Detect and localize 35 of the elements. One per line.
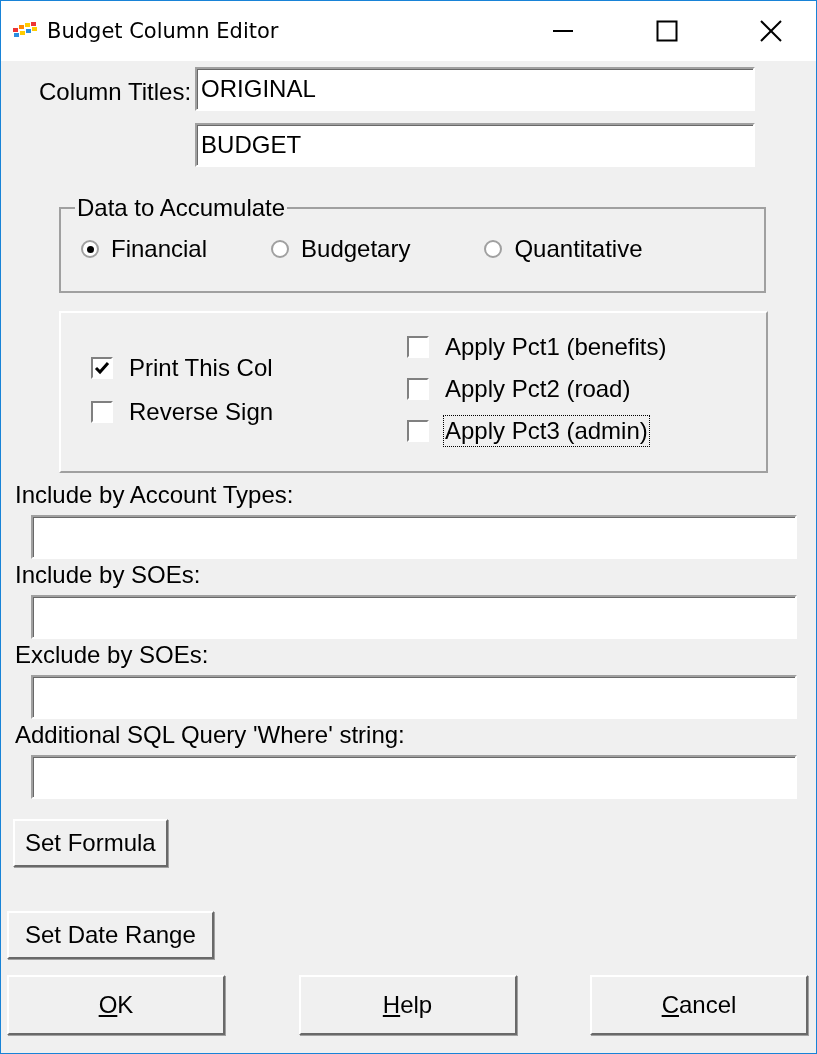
checkbox-label[interactable]: Reverse Sign [127,396,276,428]
maximize-icon[interactable] [656,20,678,42]
radio-button[interactable] [484,240,503,258]
set-formula-button[interactable]: Set Formula [13,819,168,867]
checkbox-label[interactable]: Apply Pct2 (road) [443,373,633,405]
dialog-button[interactable]: OK [7,975,225,1035]
checkbox[interactable] [407,336,429,358]
input-field[interactable] [31,515,797,559]
field-label: Column Titles: [39,78,192,106]
field-label: Include by Account Types: [14,481,295,509]
close-icon[interactable] [760,20,782,42]
radio-label[interactable]: Budgetary [299,233,413,265]
input-field[interactable] [31,595,797,639]
radio-label[interactable]: Quantitative [512,233,645,265]
input-field[interactable]: ORIGINAL [195,67,756,111]
checkbox[interactable] [407,420,429,442]
checkbox[interactable] [407,378,429,400]
field-label: Include by SOEs: [14,561,202,589]
checkbox[interactable] [91,401,113,423]
checkbox-label[interactable]: Print This Col [127,352,275,384]
checkbox-label[interactable]: Apply Pct3 (admin) [443,415,650,447]
input-field[interactable] [31,755,797,799]
dialog-button[interactable]: Help [298,975,517,1035]
field-label: Exclude by SOEs: [14,641,210,669]
dialog-button[interactable]: Cancel [590,975,808,1035]
field-label: Additional SQL Query 'Where' string: [14,721,406,749]
input-field[interactable]: BUDGET [195,123,756,167]
set-date-range-button[interactable]: Set Date Range [7,911,214,959]
checkbox[interactable] [91,357,113,379]
radio-button[interactable] [271,240,290,258]
radio-button[interactable] [81,240,99,258]
input-field[interactable] [31,675,797,719]
window-title: Budget Column Editor [47,19,279,43]
radio-label[interactable]: Financial [109,233,210,265]
checkbox-label[interactable]: Apply Pct1 (benefits) [443,331,669,363]
